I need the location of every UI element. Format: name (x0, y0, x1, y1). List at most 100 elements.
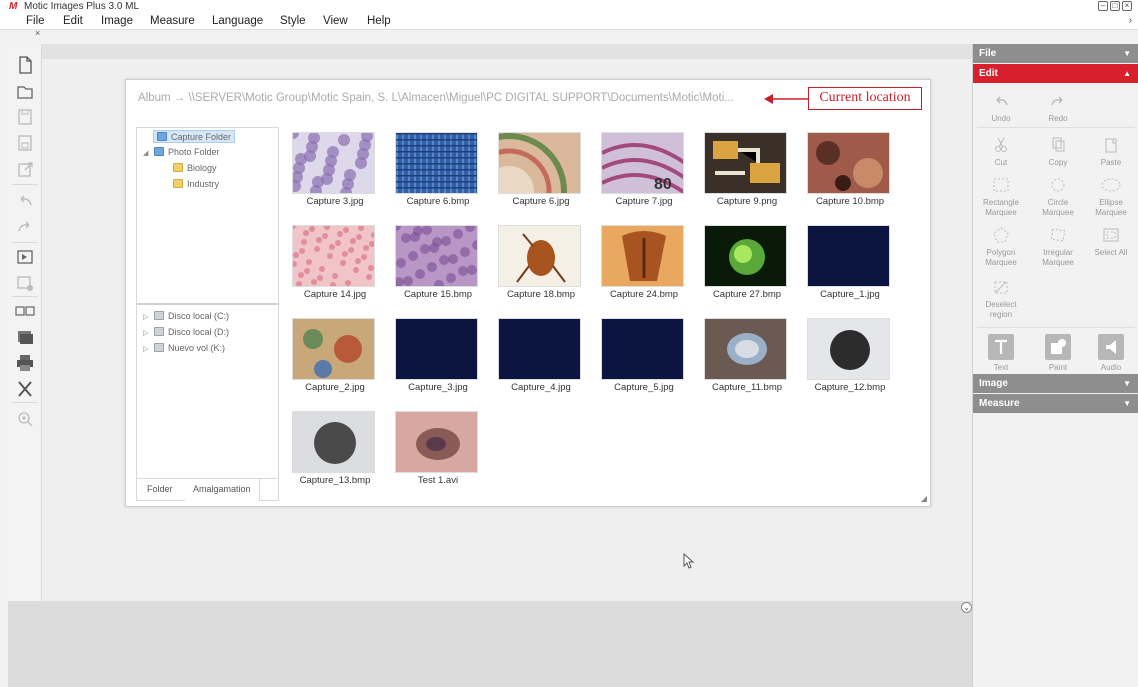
thumbnail-image[interactable] (498, 132, 581, 194)
menu-image[interactable]: Image (101, 15, 133, 27)
menu-help[interactable]: Help (367, 15, 391, 27)
menu-style[interactable]: Style (280, 15, 306, 27)
ellipse-marquee-tool[interactable]: Ellipse Marquee (1087, 176, 1135, 218)
section-image-header[interactable]: Image ▼ (973, 374, 1138, 393)
capture-settings-icon[interactable] (13, 272, 37, 294)
resize-grip-icon[interactable]: ◢ (921, 494, 927, 503)
thumbnail-item[interactable]: Capture_12.bmp (801, 316, 901, 402)
new-file-icon[interactable] (13, 54, 37, 76)
expand-arrow-icon[interactable]: ◢ (143, 147, 151, 160)
menu-measure[interactable]: Measure (150, 15, 195, 27)
thumbnail-image[interactable] (704, 318, 787, 380)
thumbnail-item[interactable]: Capture_11.bmp (698, 316, 798, 402)
rectangle-marquee-tool[interactable]: Rectangle Marquee (977, 176, 1025, 218)
tree-node-capture-folder[interactable]: Capture Folder (153, 130, 236, 143)
cut-tool[interactable]: Cut (977, 136, 1025, 168)
thumbnail-item[interactable]: Capture_2.jpg (286, 316, 386, 402)
thumbnail-image[interactable] (395, 411, 478, 473)
expand-arrow-icon[interactable]: ▷ (143, 311, 151, 324)
menu-overflow-button[interactable]: › (1129, 15, 1132, 26)
thumbnail-image[interactable] (807, 318, 890, 380)
save-icon[interactable] (13, 106, 37, 128)
thumbnail-item[interactable]: Capture 6.jpg (492, 130, 592, 216)
thumbnail-item[interactable]: Capture 27.bmp (698, 223, 798, 309)
thumbnail-image[interactable] (292, 411, 375, 473)
print-icon[interactable] (13, 352, 37, 374)
section-measure-header[interactable]: Measure ▼ (973, 394, 1138, 413)
chevron-down-icon[interactable]: ⌄ (961, 602, 972, 613)
thumbnail-item[interactable]: Capture_3.jpg (389, 316, 489, 402)
close-document-icon[interactable]: × (35, 28, 40, 38)
thumbnail-image[interactable] (292, 318, 375, 380)
thumbnail-item[interactable]: Capture_1.jpg (801, 223, 901, 309)
text-tool[interactable]: Text (977, 334, 1025, 373)
thumbnail-item[interactable]: Capture_4.jpg (492, 316, 592, 402)
compare-icon[interactable] (13, 300, 37, 322)
thumbnail-item[interactable]: Capture_13.bmp (286, 409, 386, 495)
maximize-button[interactable]: □ (1110, 1, 1120, 11)
thumbnail-item[interactable]: Capture 10.bmp (801, 130, 901, 216)
thumbnail-image[interactable]: 80 (601, 132, 684, 194)
circle-marquee-tool[interactable]: Circle Marquee (1034, 176, 1082, 218)
thumbnail-item[interactable]: Capture 9.png (698, 130, 798, 216)
thumbnail-item[interactable]: Capture 3.jpg (286, 130, 386, 216)
audio-tool[interactable]: Audio (1087, 334, 1135, 373)
menu-view[interactable]: View (323, 15, 348, 27)
menu-file[interactable]: File (26, 15, 45, 27)
close-button[interactable]: × (1122, 1, 1132, 11)
tab-amalgamation[interactable]: Amalgamation (185, 479, 260, 501)
album-icon[interactable] (13, 326, 37, 348)
thumbnail-item[interactable]: Capture 14.jpg (286, 223, 386, 309)
thumbnail-item[interactable]: Capture_5.jpg (595, 316, 695, 402)
thumbnail-image[interactable] (395, 225, 478, 287)
tree-node-photo-folder[interactable]: ◢ Photo Folder (143, 146, 220, 159)
thumbnail-image[interactable] (807, 225, 890, 287)
thumbnail-item[interactable]: Test 1.avi (389, 409, 489, 495)
menu-language[interactable]: Language (212, 15, 263, 27)
polygon-marquee-tool[interactable]: Polygon Marquee (977, 226, 1025, 268)
redo-icon[interactable] (13, 216, 37, 238)
thumbnail-item[interactable]: Capture 18.bmp (492, 223, 592, 309)
paint-tool[interactable]: Paint (1034, 334, 1082, 373)
thumbnail-image[interactable] (498, 318, 581, 380)
expand-arrow-icon[interactable]: ▷ (143, 327, 151, 340)
tree-node-drive-c[interactable]: ▷ Disco local (C:) (143, 310, 229, 323)
thumbnail-image[interactable] (704, 225, 787, 287)
undo-tool[interactable]: Undo (977, 92, 1025, 124)
live-capture-icon[interactable] (13, 246, 37, 268)
copy-tool[interactable]: Copy (1034, 136, 1082, 168)
thumbnail-image[interactable] (807, 132, 890, 194)
export-icon[interactable] (13, 158, 37, 180)
thumbnail-image[interactable] (498, 225, 581, 287)
open-folder-icon[interactable] (13, 80, 37, 102)
tree-node-industry[interactable]: Industry (173, 178, 219, 191)
panel-splitter[interactable] (137, 303, 278, 305)
thumbnail-image[interactable] (292, 225, 375, 287)
deselect-region-tool[interactable]: Deselect region (977, 278, 1025, 320)
save-as-icon[interactable] (13, 132, 37, 154)
select-all-tool[interactable]: Select All (1087, 226, 1135, 258)
expand-arrow-icon[interactable]: ▷ (143, 343, 151, 356)
tree-node-drive-d[interactable]: ▷ Disco local (D:) (143, 326, 229, 339)
thumbnail-image[interactable] (704, 132, 787, 194)
thumbnail-image[interactable] (395, 132, 478, 194)
zoom-icon[interactable] (13, 408, 37, 430)
thumbnail-item[interactable]: 80 Capture 7.jpg (595, 130, 695, 216)
redo-tool[interactable]: Redo (1034, 92, 1082, 124)
tree-node-drive-k[interactable]: ▷ Nuevo vol (K:) (143, 342, 225, 355)
section-file-header[interactable]: File ▼ (973, 44, 1138, 63)
thumbnail-item[interactable]: Capture 6.bmp (389, 130, 489, 216)
undo-icon[interactable] (13, 190, 37, 212)
thumbnail-image[interactable] (395, 318, 478, 380)
tools-icon[interactable] (13, 378, 37, 400)
thumbnail-item[interactable]: Capture 15.bmp (389, 223, 489, 309)
thumbnail-image[interactable] (601, 318, 684, 380)
minimize-button[interactable]: – (1098, 1, 1108, 11)
tab-folder[interactable]: Folder (147, 484, 173, 494)
section-edit-header[interactable]: Edit ▲ (973, 64, 1138, 83)
menu-edit[interactable]: Edit (63, 15, 83, 27)
paste-tool[interactable]: Paste (1087, 136, 1135, 168)
thumbnail-item[interactable]: Capture 24.bmp (595, 223, 695, 309)
tree-node-biology[interactable]: Biology (173, 162, 217, 175)
thumbnail-image[interactable] (601, 225, 684, 287)
